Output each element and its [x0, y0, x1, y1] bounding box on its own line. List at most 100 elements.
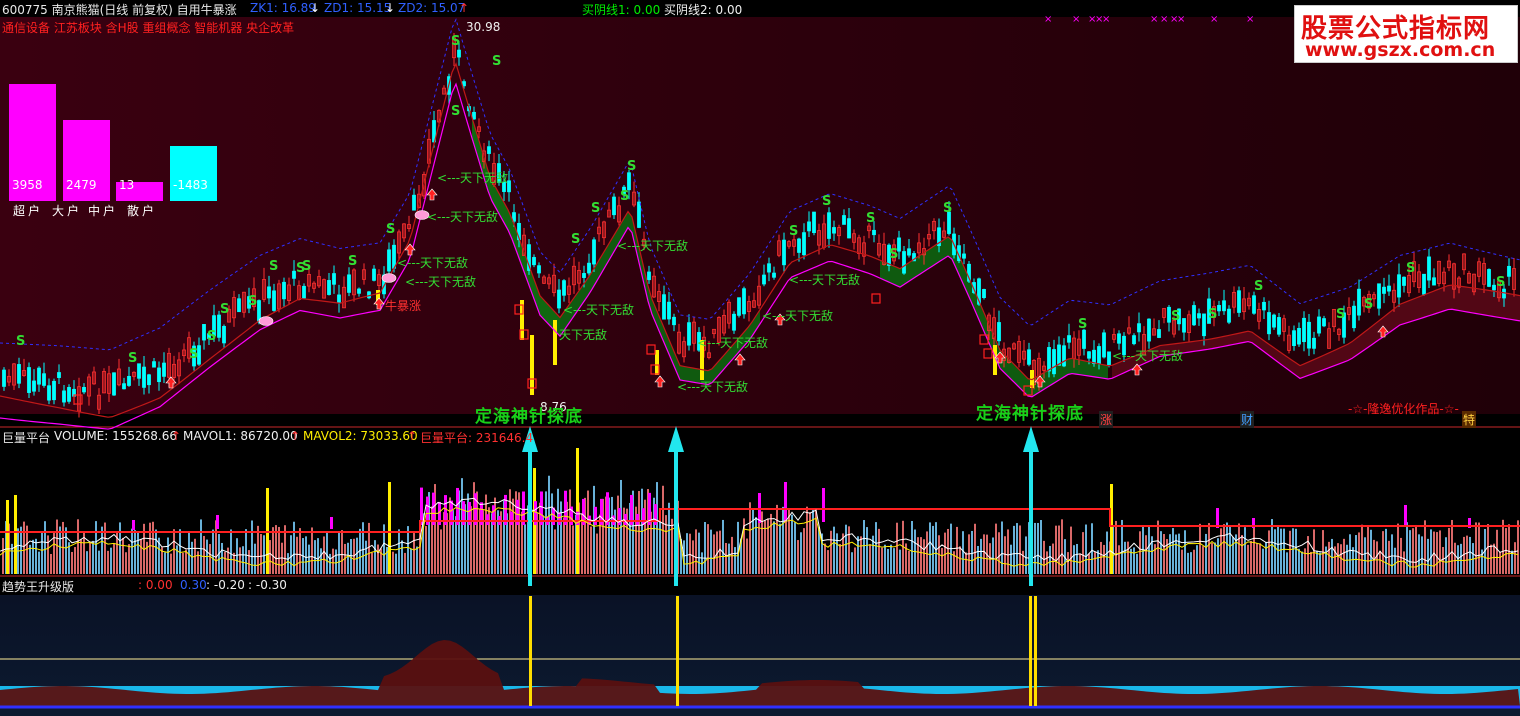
volume-bar: [101, 526, 103, 574]
volume-spike: [510, 511, 513, 525]
volume-bar: [371, 552, 373, 574]
candle-body: [1092, 349, 1096, 365]
buy-signal-s-icon: S: [1078, 317, 1087, 332]
volume-bar: [257, 525, 259, 574]
volume-bar: [251, 520, 253, 574]
volume-spike: [492, 505, 495, 525]
volume-bar: [734, 547, 736, 574]
buy-signal-s-icon: S: [1496, 275, 1505, 290]
candle-body: [152, 361, 156, 368]
top-marker-icon: ×: [1246, 14, 1254, 25]
fund-label-sanhu: 散户: [127, 204, 158, 218]
volume-bar: [131, 528, 133, 574]
volume-bar: [665, 515, 667, 574]
volume-bar: [887, 548, 889, 574]
volume-bar: [1013, 525, 1015, 574]
volume-bar: [59, 526, 61, 574]
volume-bar: [962, 531, 964, 574]
signal-label: <---天下无敌: [563, 303, 635, 317]
volume-bar: [899, 549, 901, 574]
volume-up-icon: ↑: [171, 429, 182, 443]
volume-bar: [29, 544, 31, 574]
volume-bar: [1118, 545, 1120, 574]
volume-bar: [1067, 552, 1069, 574]
volume-bar: [113, 543, 115, 574]
volume-spike: [522, 491, 525, 525]
candle-body: [732, 313, 736, 331]
volume-bar: [1274, 529, 1276, 574]
candle-body: [842, 215, 846, 225]
candle-body: [1217, 305, 1221, 312]
volume-bar: [191, 541, 193, 574]
volume-bar: [395, 553, 397, 574]
volume-bar: [1442, 546, 1444, 574]
volume-bar: [1016, 523, 1018, 574]
candle-body: [487, 146, 491, 154]
volume-bar: [572, 525, 574, 574]
candle-body: [282, 281, 286, 300]
volume-bar: [1316, 550, 1318, 574]
volume-bar: [1373, 539, 1375, 574]
volume-bar: [797, 540, 799, 574]
dinghai-annotation: 定海神针探底: [976, 404, 1084, 424]
volume-bar: [1094, 552, 1096, 574]
trend-signal-bar: [676, 596, 679, 706]
volume-bar: [1004, 536, 1006, 574]
volume-bar: [896, 522, 898, 574]
volume-bar: [1418, 534, 1420, 574]
volume-bar: [1136, 553, 1138, 574]
volume-spike: [636, 513, 639, 525]
fund-value-chaohu: 3958: [12, 178, 43, 192]
volume-bar: [1160, 531, 1162, 574]
candle-body: [267, 286, 271, 299]
candle-body: [982, 289, 986, 299]
mavol2-value: MAVOL2: 73033.60: [303, 429, 418, 443]
volume-bar: [1025, 536, 1027, 574]
volume-bar: [65, 527, 67, 574]
buy-signal-s-icon: S: [620, 189, 629, 204]
volume-bar: [47, 535, 49, 574]
volume-bar: [1250, 540, 1252, 574]
volume-bar: [1058, 525, 1060, 574]
candle-body: [1302, 317, 1306, 343]
volume-bar: [35, 538, 37, 574]
volume-bar: [512, 498, 514, 574]
volume-bar: [974, 523, 976, 574]
diamond-icon: [258, 316, 274, 326]
volume-bar: [671, 518, 673, 574]
volume-bar: [1211, 542, 1213, 574]
volume-bar: [80, 539, 82, 574]
candle-body: [62, 390, 66, 403]
candle-body: [202, 324, 206, 341]
candle-body: [392, 244, 396, 269]
top-marker-icon: ×: [1160, 14, 1168, 25]
volume-bar: [224, 551, 226, 574]
candle-body: [1067, 335, 1071, 343]
volume-bar: [1271, 519, 1273, 574]
volume-bar: [239, 547, 241, 574]
candle-body: [1487, 269, 1491, 287]
volume-bar: [794, 522, 796, 574]
chart-canvas[interactable]: SS SSSSS SS SSSSSSSSSSSSSSSS SSSSSS× × ××× × × ××…: [0, 0, 1520, 716]
volume-bar: [137, 531, 139, 574]
candle-body: [782, 239, 786, 266]
volume-bar: [1367, 527, 1369, 574]
volume-bar: [272, 527, 274, 574]
volume-bar: [1205, 533, 1207, 574]
volume-bar: [1406, 522, 1408, 574]
volume-bar: [1361, 524, 1363, 574]
volume-bar: [212, 529, 214, 574]
volume-bar: [1244, 527, 1246, 574]
volume-bar: [71, 551, 73, 574]
volume-bar: [845, 524, 847, 574]
volume-bar: [1379, 550, 1381, 574]
candle-body: [767, 263, 771, 273]
volume-bar: [554, 529, 556, 574]
volume-bar: [1286, 552, 1288, 574]
volume-bar: [1490, 544, 1492, 574]
buy-signal-s-icon: S: [1336, 307, 1345, 322]
volume-bar: [461, 478, 463, 574]
maiyin1-value: 买阴线1: 0.00: [582, 3, 661, 17]
candle-body: [612, 196, 616, 216]
candle-body: [1132, 335, 1136, 345]
